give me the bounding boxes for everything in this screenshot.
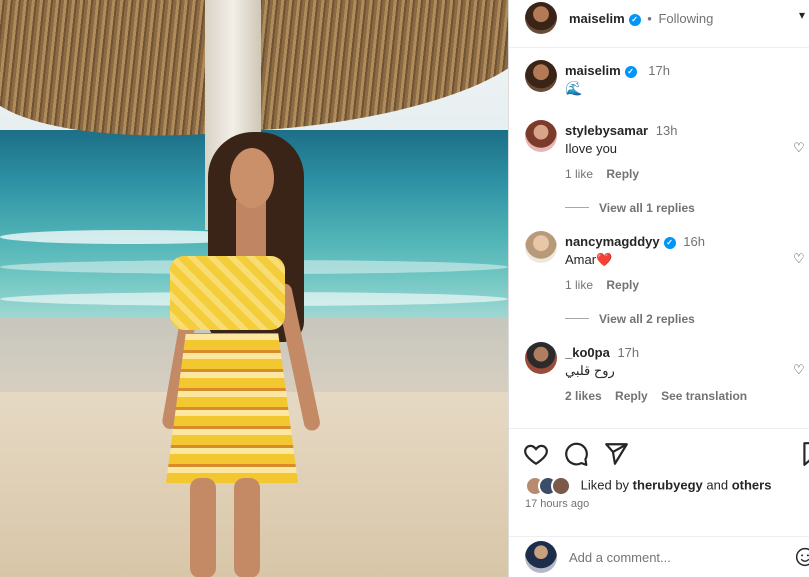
reply-button[interactable]: Reply: [606, 167, 639, 181]
photo-person-leg: [190, 478, 216, 577]
comment-text: روح قلبي: [565, 363, 615, 378]
post-timestamp[interactable]: 17 hours ago: [525, 498, 589, 510]
like-heart-icon[interactable]: [523, 441, 549, 467]
post-actions: [509, 428, 809, 466]
comment-user[interactable]: nancymagddyy ✓ 16h: [565, 234, 705, 249]
caption-avatar[interactable]: [525, 60, 557, 92]
comment-likes[interactable]: 1 like: [565, 278, 593, 292]
caption-text: 🌊: [565, 80, 583, 96]
view-replies-button[interactable]: View all 1 replies: [565, 201, 695, 215]
liked-by: Liked by therubyegy and others: [525, 476, 771, 496]
liked-by-user[interactable]: therubyegy: [633, 477, 703, 492]
photo-person-leg: [234, 478, 260, 577]
reply-button[interactable]: Reply: [615, 389, 648, 403]
comment-time[interactable]: 13h: [656, 123, 678, 138]
heart-icon[interactable]: ♡: [793, 252, 807, 266]
emoji-icon[interactable]: [795, 547, 809, 567]
comment-likes[interactable]: 1 like: [565, 167, 593, 181]
add-comment-row: [509, 536, 809, 577]
comments-panel: maiselim ✓ • Following ▾ maiselim ✓ 17h 🌊 …: [508, 0, 809, 577]
comment-username[interactable]: _ko0pa: [565, 345, 610, 360]
view-replies-label[interactable]: View all 1 replies: [599, 201, 695, 215]
comment-icon[interactable]: [563, 441, 589, 467]
comment-meta: 1 like Reply: [565, 278, 639, 292]
caption-user[interactable]: maiselim ✓ 17h: [565, 63, 670, 78]
viewer-avatar: [525, 541, 557, 573]
following-button[interactable]: Following: [658, 11, 713, 26]
chevron-down-icon[interactable]: ▾: [799, 8, 805, 22]
liked-by-others[interactable]: others: [732, 477, 772, 492]
verified-icon: ✓: [628, 14, 641, 26]
reply-button[interactable]: Reply: [606, 278, 639, 292]
caption-time[interactable]: 17h: [648, 63, 670, 78]
heart-icon[interactable]: ♡: [793, 141, 807, 155]
post-header: maiselim ✓ • Following ▾: [509, 0, 809, 48]
comment-username[interactable]: stylebysamar: [565, 123, 648, 138]
comment-user[interactable]: stylebysamar 13h: [565, 123, 677, 138]
author-username[interactable]: maiselim ✓ • Following: [569, 11, 713, 26]
liked-by-prefix: Liked by: [580, 477, 630, 493]
share-icon[interactable]: [603, 441, 629, 467]
view-replies-label[interactable]: View all 2 replies: [599, 312, 695, 326]
comment-likes[interactable]: 2 likes: [565, 389, 602, 403]
comment-avatar[interactable]: [525, 342, 557, 374]
comment-avatar[interactable]: [525, 231, 557, 263]
liked-by-and: and: [706, 477, 729, 493]
view-replies-button[interactable]: View all 2 replies: [565, 312, 695, 326]
bookmark-icon[interactable]: [799, 441, 809, 467]
author-avatar[interactable]: [525, 2, 557, 34]
see-translation-button[interactable]: See translation: [661, 389, 747, 403]
divider-line: [565, 207, 589, 208]
comment-text: Amar❤️: [565, 252, 613, 267]
photo-person-face: [230, 148, 274, 208]
heart-icon[interactable]: ♡: [793, 363, 807, 377]
comment-text: Ilove you: [565, 141, 618, 156]
separator-dot: •: [647, 11, 652, 26]
add-comment-input[interactable]: [569, 547, 779, 567]
author-name[interactable]: maiselim: [569, 11, 625, 26]
comment-time[interactable]: 17h: [617, 345, 639, 360]
comment-avatar[interactable]: [525, 120, 557, 152]
verified-icon: ✓: [663, 237, 676, 249]
photo-person-neck: [236, 200, 266, 260]
caption-username[interactable]: maiselim: [565, 63, 621, 78]
liker-avatar[interactable]: [551, 476, 571, 496]
post-photo[interactable]: [0, 0, 508, 577]
comment-time[interactable]: 16h: [683, 234, 705, 249]
verified-icon: ✓: [624, 66, 637, 78]
comment-user[interactable]: _ko0pa 17h: [565, 345, 639, 360]
divider-line: [565, 318, 589, 319]
comment-username[interactable]: nancymagddyy: [565, 234, 660, 249]
comment-meta: 2 likes Reply See translation: [565, 389, 747, 403]
photo-person-skirt: [166, 333, 298, 483]
photo-person-top: [170, 256, 285, 330]
comment-meta: 1 like Reply: [565, 167, 639, 181]
